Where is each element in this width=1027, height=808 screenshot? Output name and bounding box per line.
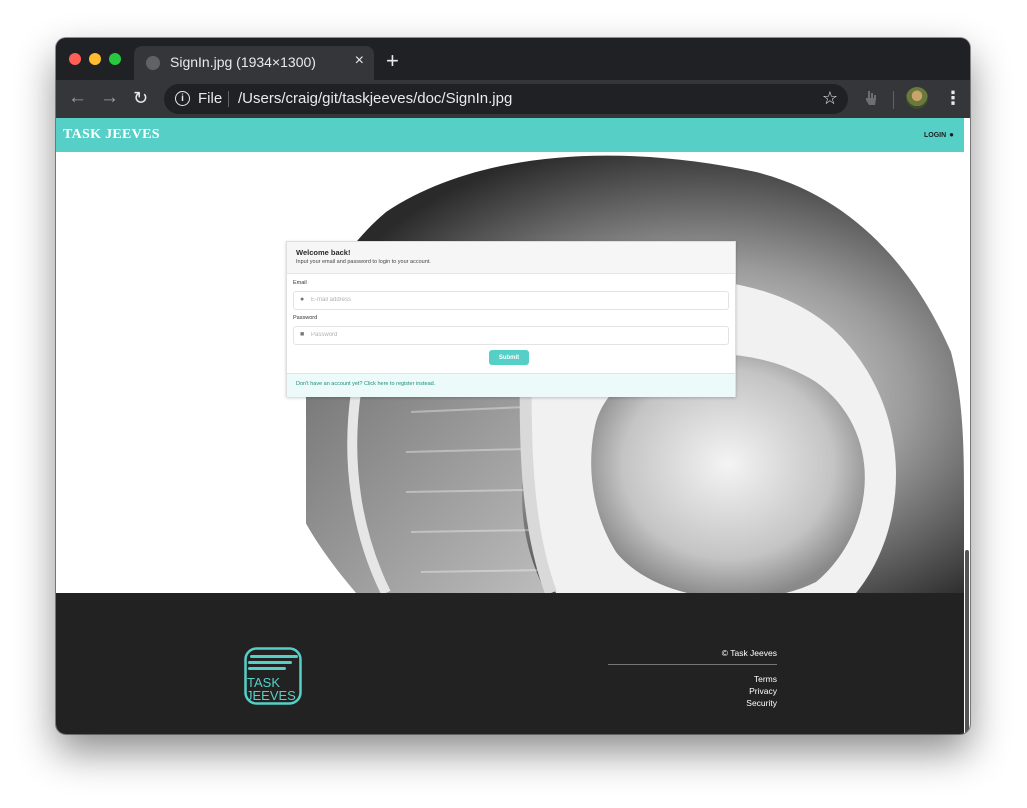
footer-link-terms[interactable]: Terms: [754, 674, 777, 684]
email-input[interactable]: [311, 294, 711, 306]
hero-background-image: Welcome back! Input your email and passw…: [56, 152, 964, 593]
scrollbar-thumb[interactable]: [965, 550, 969, 734]
login-link[interactable]: LOGIN ●: [924, 130, 954, 139]
logo-text-jeeves: JEEVES: [246, 688, 296, 703]
password-label: Password: [293, 315, 318, 321]
signin-card-header: Welcome back! Input your email and passw…: [287, 242, 735, 274]
site-footer: TASK JEEVES © Task Jeeves Terms Privacy …: [56, 593, 964, 734]
login-label: LOGIN: [923, 132, 947, 139]
register-link[interactable]: Don't have an account yet? Click here to…: [296, 381, 435, 387]
footer-divider: [608, 664, 777, 665]
user-icon: ●: [300, 296, 305, 303]
user-icon: ●: [949, 130, 954, 139]
globe-icon: [146, 56, 160, 70]
maximize-window-button[interactable]: [109, 53, 121, 65]
minimize-window-button[interactable]: [89, 53, 101, 65]
password-input[interactable]: [311, 329, 711, 341]
footer-link-privacy[interactable]: Privacy: [749, 686, 777, 696]
lock-icon: ■: [300, 331, 305, 338]
submit-button[interactable]: Submit: [489, 350, 529, 365]
signin-card-footer: Don't have an account yet? Click here to…: [287, 373, 735, 397]
extension-icon[interactable]: [864, 89, 878, 107]
task-jeeves-logo: TASK JEEVES: [244, 647, 302, 705]
browser-window: SignIn.jpg (1934×1300) × + ← → ↻ i File …: [56, 38, 970, 734]
new-tab-button[interactable]: +: [386, 50, 399, 72]
info-icon[interactable]: i: [175, 91, 190, 106]
brand-logo-text[interactable]: TASK JEEVES: [63, 127, 160, 143]
profile-avatar[interactable]: [906, 87, 928, 109]
browser-menu-icon[interactable]: ⋮: [944, 88, 962, 108]
tab-title: SignIn.jpg (1934×1300): [170, 54, 316, 70]
bookmark-star-icon[interactable]: ☆: [822, 88, 838, 109]
tab-close-icon[interactable]: ×: [355, 52, 364, 70]
address-bar[interactable]: i File /Users/craig/git/taskjeeves/doc/S…: [164, 84, 848, 114]
browser-tab[interactable]: SignIn.jpg (1934×1300) ×: [134, 46, 374, 80]
forward-button[interactable]: →: [100, 88, 119, 108]
site-header: TASK JEEVES LOGIN ●: [56, 118, 964, 152]
password-field[interactable]: ■: [293, 326, 729, 345]
browser-toolbar: ← → ↻ i File /Users/craig/git/taskjeeves…: [56, 80, 970, 118]
url-scheme-label: File: [198, 90, 223, 107]
url-text[interactable]: /Users/craig/git/taskjeeves/doc/SignIn.j…: [238, 90, 512, 107]
signin-card: Welcome back! Input your email and passw…: [286, 241, 736, 397]
copyright-text: © Task Jeeves: [721, 648, 777, 658]
toolbar-separator: [893, 91, 894, 109]
signin-title: Welcome back!: [296, 248, 351, 257]
title-bar: SignIn.jpg (1934×1300) × +: [56, 38, 970, 80]
back-button[interactable]: ←: [68, 88, 87, 108]
footer-link-security[interactable]: Security: [746, 698, 777, 708]
address-separator: [228, 91, 229, 107]
page-viewport: TASK JEEVES LOGIN ● Welcome back! Input …: [56, 118, 964, 734]
email-label: Email: [293, 280, 307, 286]
signin-subtitle: Input your email and password to login t…: [296, 259, 431, 265]
close-window-button[interactable]: [69, 53, 81, 65]
reload-button[interactable]: ↻: [133, 88, 148, 108]
email-field[interactable]: ●: [293, 291, 729, 310]
